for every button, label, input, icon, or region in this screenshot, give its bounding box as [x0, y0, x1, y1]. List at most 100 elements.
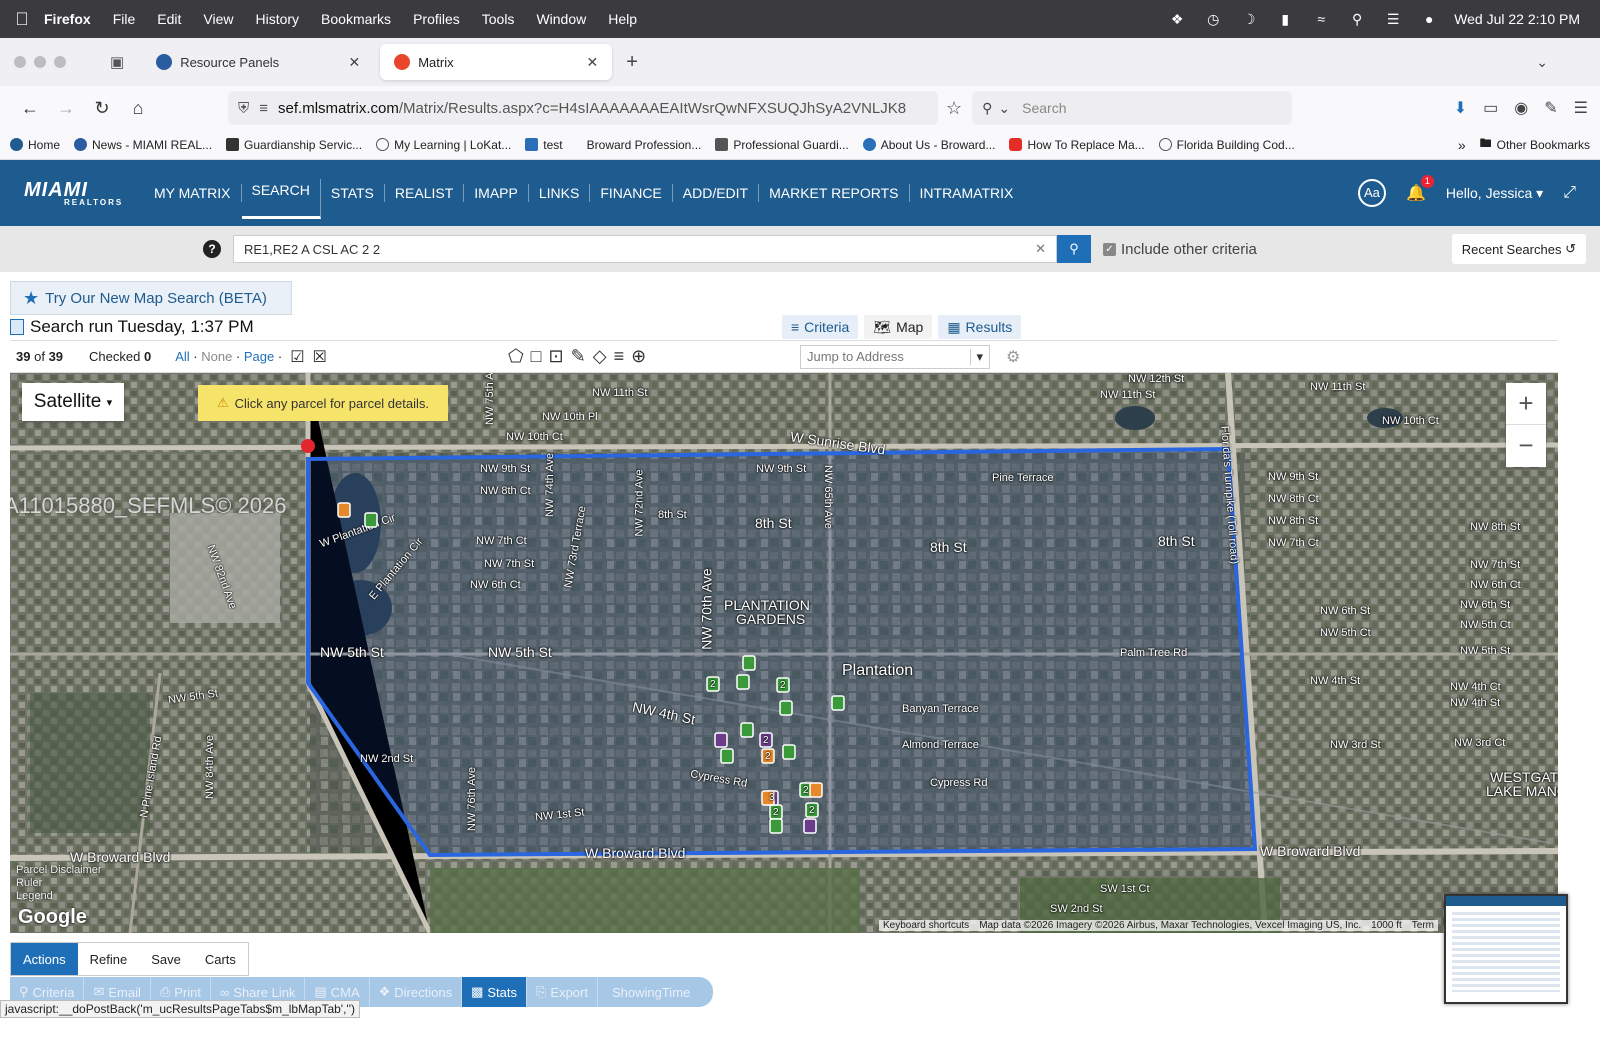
menubar-clock[interactable]: Wed Jul 22 2:10 PM — [1454, 11, 1580, 27]
legend-link[interactable]: Legend — [16, 890, 102, 903]
search-submit-icon[interactable]: ⚲ — [1057, 235, 1091, 263]
screenshot-thumbnail[interactable] — [1444, 894, 1568, 1004]
bookmark-how-to-replace[interactable]: How To Replace Ma... — [1009, 138, 1145, 152]
back-icon[interactable]: ← — [12, 98, 48, 119]
export-button[interactable]: ⎘ Export — [527, 977, 598, 1007]
bookmark-broward-profession[interactable]: Broward Profession... — [587, 138, 702, 152]
window-close-button[interactable] — [14, 56, 26, 68]
tab-matrix[interactable]: Matrix ✕ — [380, 44, 613, 80]
user-menu[interactable]: Hello, Jessica ▾ — [1446, 185, 1543, 202]
reload-icon[interactable]: ↻ — [84, 98, 120, 119]
tab-refine[interactable]: Refine — [78, 943, 140, 975]
menu-app[interactable]: Firefox — [44, 11, 91, 27]
select-all-link[interactable]: All — [175, 349, 189, 364]
parcel-disclaimer-link[interactable]: Parcel Disclaimer — [16, 864, 102, 877]
tab-list-chevron-icon[interactable]: ⌄ — [1536, 54, 1548, 71]
menu-bookmarks[interactable]: Bookmarks — [321, 11, 391, 27]
app-menu-icon[interactable]: ☰ — [1574, 98, 1588, 118]
collapse-icon[interactable]: ⤢ — [1563, 184, 1576, 202]
forward-icon[interactable]: → — [48, 98, 84, 119]
web-search-box[interactable]: ⚲ ⌄ Search — [972, 91, 1293, 125]
nav-stats[interactable]: STATS — [321, 184, 385, 202]
bookmark-guardianship[interactable]: Guardianship Servic... — [226, 138, 362, 152]
help-icon[interactable]: ? — [203, 240, 221, 258]
spotlight-icon[interactable]: ⚲ — [1346, 11, 1368, 28]
bookmark-home[interactable]: Home — [10, 138, 60, 152]
search-engine-chevron-icon[interactable]: ⌄ — [998, 100, 1010, 117]
tab-carts[interactable]: Carts — [193, 943, 248, 975]
bookmark-star-icon[interactable]: ☆ — [946, 98, 962, 119]
draw-shape-icon[interactable]: ⊡ — [549, 346, 564, 367]
jump-to-address-input[interactable]: Jump to Address ▾ — [800, 344, 990, 369]
time-machine-icon[interactable]: ◷ — [1202, 11, 1224, 28]
menu-file[interactable]: File — [113, 11, 136, 27]
sidebar-icon[interactable]: ▭ — [1483, 98, 1498, 118]
select-none-link[interactable]: None — [201, 349, 232, 364]
tab-results[interactable]: ▦ Results — [938, 315, 1022, 339]
select-page-link[interactable]: Page — [244, 349, 274, 364]
tab-resource-panels[interactable]: Resource Panels ✕ — [142, 44, 374, 80]
window-zoom-button[interactable] — [54, 56, 66, 68]
window-minimize-button[interactable] — [34, 56, 46, 68]
tab-map[interactable]: 🗺 Map — [864, 315, 933, 339]
nav-imapp[interactable]: IMAPP — [464, 184, 529, 202]
bookmark-test[interactable]: test — [525, 138, 563, 152]
new-tab-button[interactable]: + — [626, 51, 638, 74]
quick-search-input[interactable]: RE1,RE2 A CSL AC 2 2 ✕ — [233, 235, 1057, 263]
nav-market-reports[interactable]: MARKET REPORTS — [759, 184, 910, 202]
nav-links[interactable]: LINKS — [529, 184, 591, 202]
map-type-dropdown[interactable]: Satellite ▾ — [22, 383, 124, 421]
profile-icon[interactable]: ◉ — [1514, 98, 1528, 118]
listing-marker[interactable]: 2 — [803, 785, 809, 796]
check-all-icon[interactable]: ☒ — [313, 347, 327, 367]
draw-pencil-icon[interactable]: ✎ — [571, 346, 586, 367]
bookmark-news[interactable]: News - MIAMI REAL... — [74, 138, 212, 152]
downloads-icon[interactable]: ⬇ — [1454, 98, 1467, 118]
bookmark-professional-guardi[interactable]: Professional Guardi... — [715, 138, 849, 152]
menu-view[interactable]: View — [203, 11, 233, 27]
eraser-icon[interactable]: ◇ — [593, 346, 607, 367]
nav-add-edit[interactable]: ADD/EDIT — [673, 184, 760, 202]
home-icon[interactable]: ⌂ — [120, 98, 156, 119]
draw-rectangle-icon[interactable]: □ — [531, 346, 542, 367]
close-tab-icon[interactable]: ✕ — [348, 54, 360, 71]
nav-finance[interactable]: FINANCE — [590, 184, 673, 202]
listing-marker[interactable]: 2 — [780, 680, 786, 691]
keyboard-shortcuts-link[interactable]: Keyboard shortcuts — [883, 920, 969, 931]
showingtime-button[interactable]: ShowingTime — [598, 977, 699, 1007]
clear-search-icon[interactable]: ✕ — [1035, 241, 1046, 257]
text-size-button[interactable]: Aa — [1357, 179, 1386, 207]
dropdown-arrow-icon[interactable]: ▾ — [970, 348, 983, 365]
ruler-link[interactable]: Ruler — [16, 877, 102, 890]
permissions-icon[interactable]: ≡ — [259, 100, 268, 117]
nav-realist[interactable]: REALIST — [385, 184, 465, 202]
nav-search[interactable]: SEARCH — [241, 179, 321, 219]
zoom-out-button[interactable]: − — [1506, 425, 1546, 467]
apple-menu-icon[interactable]:  — [0, 9, 44, 30]
battery-icon[interactable]: ▮ — [1274, 11, 1296, 28]
bookmark-my-learning[interactable]: My Learning | LoKat... — [376, 138, 511, 152]
bookmark-florida-building[interactable]: Florida Building Cod... — [1158, 138, 1295, 152]
control-center-icon[interactable]: ☰ — [1382, 11, 1404, 28]
try-new-map-search-link[interactable]: ★ Try Our New Map Search (BETA) — [10, 281, 292, 315]
close-tab-icon[interactable]: ✕ — [586, 54, 598, 71]
map-view[interactable]: A11015880_SEFMLS© 2026 NW 11th St NW 10t… — [10, 373, 1558, 933]
stats-button[interactable]: ▩ Stats — [462, 977, 527, 1007]
listing-marker[interactable]: 2 — [710, 679, 716, 690]
shield-icon[interactable]: ⛨ — [238, 100, 249, 117]
terms-link[interactable]: Term — [1412, 920, 1434, 931]
wifi-icon[interactable]: ≈ — [1310, 11, 1332, 27]
other-bookmarks[interactable]: 🖿 Other Bookmarks — [1480, 134, 1590, 155]
nav-my-matrix[interactable]: MY MATRIX — [144, 184, 242, 202]
siri-icon[interactable]: ● — [1418, 11, 1440, 27]
menu-window[interactable]: Window — [536, 11, 586, 27]
tab-actions[interactable]: Actions — [11, 943, 78, 975]
recent-searches-button[interactable]: Recent Searches ↺ — [1451, 234, 1586, 264]
layers-icon[interactable]: ≡ — [614, 346, 625, 367]
menu-profiles[interactable]: Profiles — [413, 11, 460, 27]
menu-edit[interactable]: Edit — [157, 11, 181, 27]
extensions-icon[interactable]: ✎ — [1544, 98, 1557, 118]
menu-tools[interactable]: Tools — [482, 11, 515, 27]
moon-icon[interactable]: ☽ — [1238, 11, 1260, 28]
tab-save[interactable]: Save — [139, 943, 193, 975]
